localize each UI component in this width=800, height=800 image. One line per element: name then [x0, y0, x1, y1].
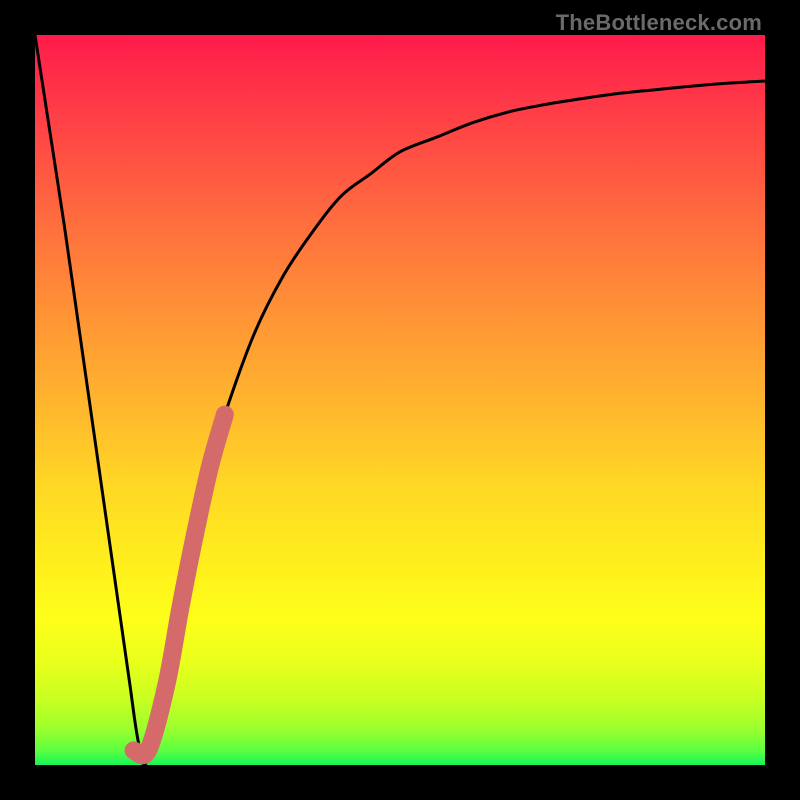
bottleneck-curve — [35, 35, 765, 765]
chart-frame: TheBottleneck.com — [0, 0, 800, 800]
watermark-label: TheBottleneck.com — [556, 10, 762, 36]
highlight-segment — [134, 415, 225, 756]
plot-area — [35, 35, 765, 765]
chart-svg — [35, 35, 765, 765]
